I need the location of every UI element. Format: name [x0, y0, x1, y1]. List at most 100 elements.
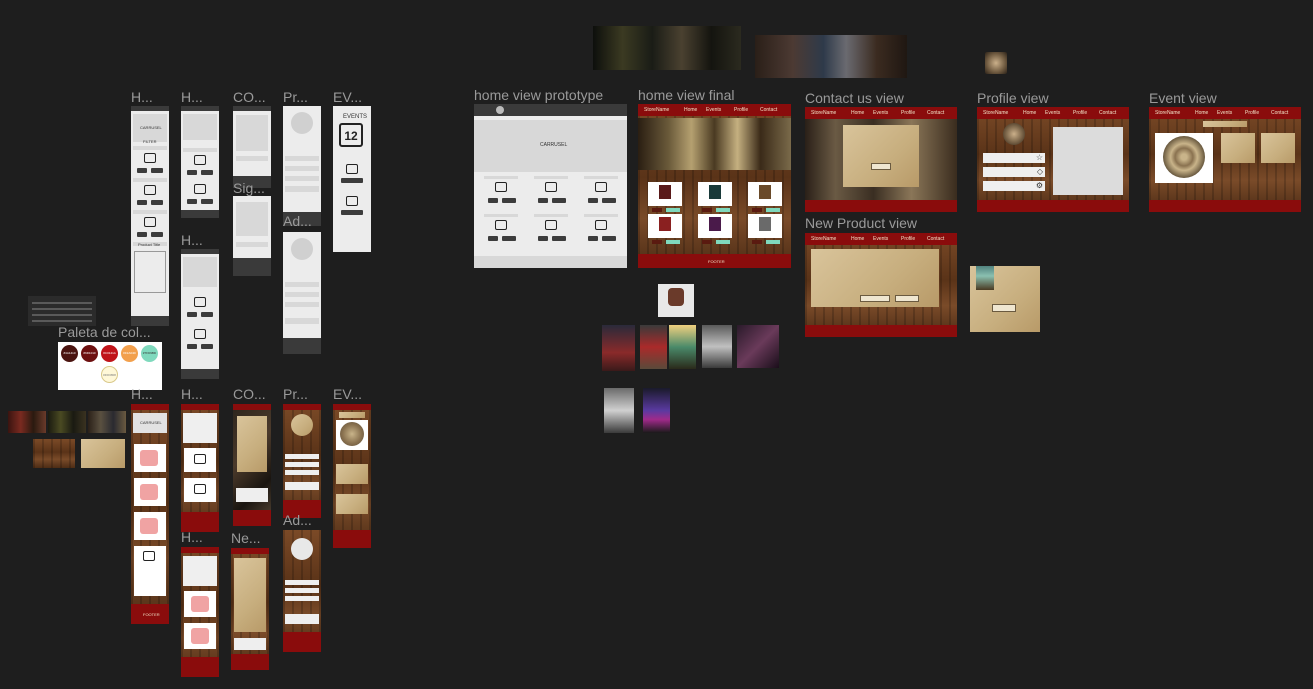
home-view-prototype[interactable]: CARRUSEL	[474, 104, 627, 268]
product-photo-5[interactable]	[737, 325, 779, 368]
nav-profile[interactable]: Profile	[1073, 110, 1087, 116]
profile-row[interactable]	[285, 282, 319, 287]
profile-row[interactable]	[285, 462, 319, 467]
save-button[interactable]	[860, 295, 890, 302]
mobile-event-wireframe[interactable]: EVENTS 12	[333, 106, 371, 252]
send-button[interactable]	[871, 163, 891, 170]
event-card[interactable]	[336, 464, 368, 484]
nav-contact[interactable]: Contact	[927, 110, 944, 116]
signup-button[interactable]	[236, 242, 268, 247]
profile-row[interactable]	[285, 292, 319, 297]
buy-button[interactable]	[187, 170, 197, 175]
info-button[interactable]	[716, 240, 730, 244]
event-button[interactable]	[341, 210, 363, 215]
mobile-event-final[interactable]	[333, 404, 371, 548]
product-photo-4[interactable]	[702, 325, 732, 368]
info-button[interactable]	[201, 170, 213, 175]
buy-button[interactable]	[538, 236, 548, 241]
hero-carousel[interactable]	[638, 118, 791, 170]
buy-button[interactable]	[488, 198, 498, 203]
info-button[interactable]	[151, 168, 163, 173]
add-product-button[interactable]	[285, 482, 319, 490]
profile-row-favorites[interactable]: ☆	[983, 153, 1045, 163]
info-button[interactable]	[502, 198, 516, 203]
buy-button[interactable]	[702, 208, 712, 212]
ok-button[interactable]	[992, 304, 1016, 312]
swatch-1[interactable]: #4A1410	[61, 345, 78, 362]
mobile-signup-wireframe[interactable]	[233, 196, 271, 276]
profile-row[interactable]	[285, 580, 319, 585]
nav-profile[interactable]: Profile	[901, 236, 915, 242]
home-view-final[interactable]: StoreName Home Events Profile Contact FO…	[638, 104, 791, 268]
swatch-5[interactable]: #7FD9BD	[141, 345, 158, 362]
profile-row[interactable]	[285, 470, 319, 475]
contact-form[interactable]	[843, 125, 919, 187]
buy-button[interactable]	[187, 344, 197, 349]
info-button[interactable]	[552, 236, 566, 241]
shelf-photo-1[interactable]	[593, 26, 741, 70]
new-product-view[interactable]: StoreName Home Events Profile Contact	[805, 233, 957, 337]
buy-button[interactable]	[137, 200, 147, 205]
info-button[interactable]	[201, 312, 213, 317]
mobile-new-product-final[interactable]	[231, 548, 269, 670]
buy-button[interactable]	[137, 168, 147, 173]
add-product-button[interactable]	[285, 614, 319, 624]
nav-brand[interactable]: StoreName	[1155, 110, 1180, 116]
profile-row[interactable]	[285, 302, 319, 307]
buy-button[interactable]	[588, 198, 598, 203]
info-button[interactable]	[666, 208, 680, 212]
nav-home[interactable]: Home	[851, 236, 864, 242]
owl-image[interactable]	[985, 52, 1007, 74]
buy-button[interactable]	[488, 236, 498, 241]
mobile-home-wireframe-1[interactable]: CARRUSEL FILTER Product Title	[131, 106, 169, 326]
swatch-6[interactable]: #FFF8D8	[101, 366, 118, 383]
mobile-profile-wireframe[interactable]	[283, 106, 321, 226]
buy-button[interactable]	[538, 198, 548, 203]
mobile-home-final-3[interactable]	[181, 547, 219, 677]
nav-home[interactable]: Home	[1023, 110, 1036, 116]
contact-us-view[interactable]: StoreName Home Events Profile Contact	[805, 107, 957, 212]
buy-button[interactable]	[652, 240, 662, 244]
info-button[interactable]	[151, 232, 163, 237]
swatch-4[interactable]: #F2A04D	[121, 345, 138, 362]
nav-contact[interactable]: Contact	[927, 236, 944, 242]
nav-events[interactable]: Events	[873, 110, 888, 116]
event-button[interactable]	[341, 178, 363, 183]
asset-parchment-texture[interactable]	[81, 439, 125, 468]
asset-bottles-2[interactable]	[48, 411, 86, 433]
mobile-home-final-2[interactable]	[181, 404, 219, 532]
mobile-add-wireframe[interactable]	[283, 232, 321, 354]
product-card[interactable]	[134, 444, 166, 472]
mobile-profile-final[interactable]	[283, 404, 321, 518]
buy-button[interactable]	[752, 208, 762, 212]
info-button[interactable]	[502, 236, 516, 241]
cancel-button[interactable]	[895, 295, 919, 302]
nav-brand[interactable]: StoreName	[983, 110, 1008, 116]
swatch-3[interactable]: #C0141A	[101, 345, 118, 362]
product-card[interactable]	[698, 214, 732, 238]
shelf-photo-2[interactable]	[755, 35, 907, 78]
product-card[interactable]	[134, 512, 166, 540]
nav-profile[interactable]: Profile	[1245, 110, 1259, 116]
profile-row-products[interactable]: ◇	[983, 167, 1045, 177]
info-button[interactable]	[602, 198, 616, 203]
nav-events[interactable]: Events	[1217, 110, 1232, 116]
nav-events[interactable]: Events	[706, 107, 721, 113]
nav-contact[interactable]: Contact	[1099, 110, 1116, 116]
info-button[interactable]	[201, 199, 213, 204]
product-photo-1[interactable]	[602, 325, 635, 371]
product-photo-6[interactable]	[604, 388, 634, 433]
product-card[interactable]	[648, 214, 682, 238]
profile-row[interactable]	[285, 156, 319, 161]
nav-events[interactable]: Events	[1045, 110, 1060, 116]
asset-bottles-1[interactable]	[8, 411, 46, 433]
profile-row[interactable]	[285, 454, 319, 459]
profile-row[interactable]	[285, 596, 319, 601]
nav-home[interactable]: Home	[684, 107, 697, 113]
profile-row[interactable]	[285, 176, 319, 181]
mobile-home-wireframe-3[interactable]	[181, 249, 219, 379]
event-view[interactable]: StoreName Home Events Profile Contact	[1149, 107, 1301, 212]
nav-brand[interactable]: StoreName	[811, 110, 836, 116]
swatch-2[interactable]: #6D1010	[81, 345, 98, 362]
mobile-contact-final[interactable]	[233, 404, 271, 526]
